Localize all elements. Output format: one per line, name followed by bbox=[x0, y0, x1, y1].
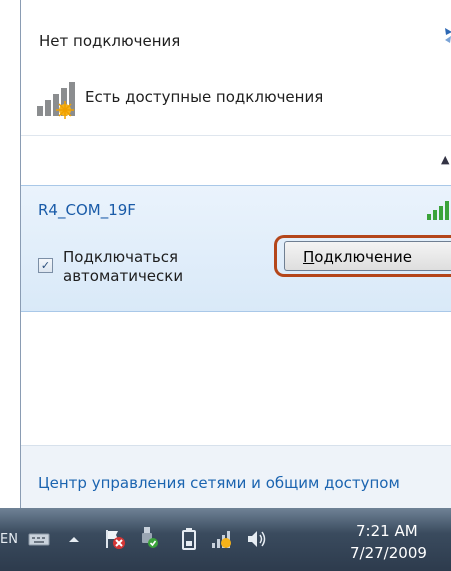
taskbar: EN 7:21 AM 7/27/2009 bbox=[0, 508, 451, 571]
battery-icon[interactable] bbox=[182, 528, 196, 550]
refresh-network-icon[interactable] bbox=[442, 26, 451, 44]
action-center-flag-icon[interactable] bbox=[104, 528, 126, 550]
divider bbox=[21, 135, 451, 136]
clock-date[interactable]: 7/27/2009 bbox=[350, 544, 427, 562]
available-networks-icon bbox=[37, 82, 75, 119]
available-connections-row: Есть доступные подключения bbox=[35, 80, 435, 120]
auto-connect-label: Подключаться автоматически bbox=[63, 248, 184, 285]
keyboard-icon[interactable] bbox=[28, 530, 50, 546]
connect-button[interactable]: Подключение bbox=[284, 241, 451, 271]
show-hidden-icons-arrow[interactable] bbox=[68, 535, 80, 543]
available-connections-label: Есть доступные подключения bbox=[85, 88, 324, 106]
auto-connect-checkbox[interactable]: ✓ bbox=[38, 258, 53, 273]
language-indicator[interactable]: EN bbox=[0, 532, 18, 547]
connection-status-title: Нет подключения bbox=[39, 32, 181, 50]
chevron-up-icon[interactable]: ▲ bbox=[441, 153, 449, 166]
network-list-item[interactable]: R4_COM_19F ✓ Подключаться автоматически … bbox=[21, 185, 451, 312]
flyout-footer: Центр управления сетями и общим доступом bbox=[21, 445, 451, 509]
clock-time[interactable]: 7:21 AM bbox=[356, 522, 418, 540]
network-status-icon[interactable] bbox=[210, 528, 236, 550]
network-ssid: R4_COM_19F bbox=[38, 201, 136, 219]
wifi-signal-icon bbox=[427, 201, 449, 220]
usb-safely-remove-icon[interactable] bbox=[138, 526, 160, 550]
volume-icon[interactable] bbox=[246, 528, 268, 550]
network-sharing-center-link[interactable]: Центр управления сетями и общим доступом bbox=[38, 474, 400, 492]
network-flyout: Нет подключения Есть доступные подключен… bbox=[20, 0, 451, 509]
